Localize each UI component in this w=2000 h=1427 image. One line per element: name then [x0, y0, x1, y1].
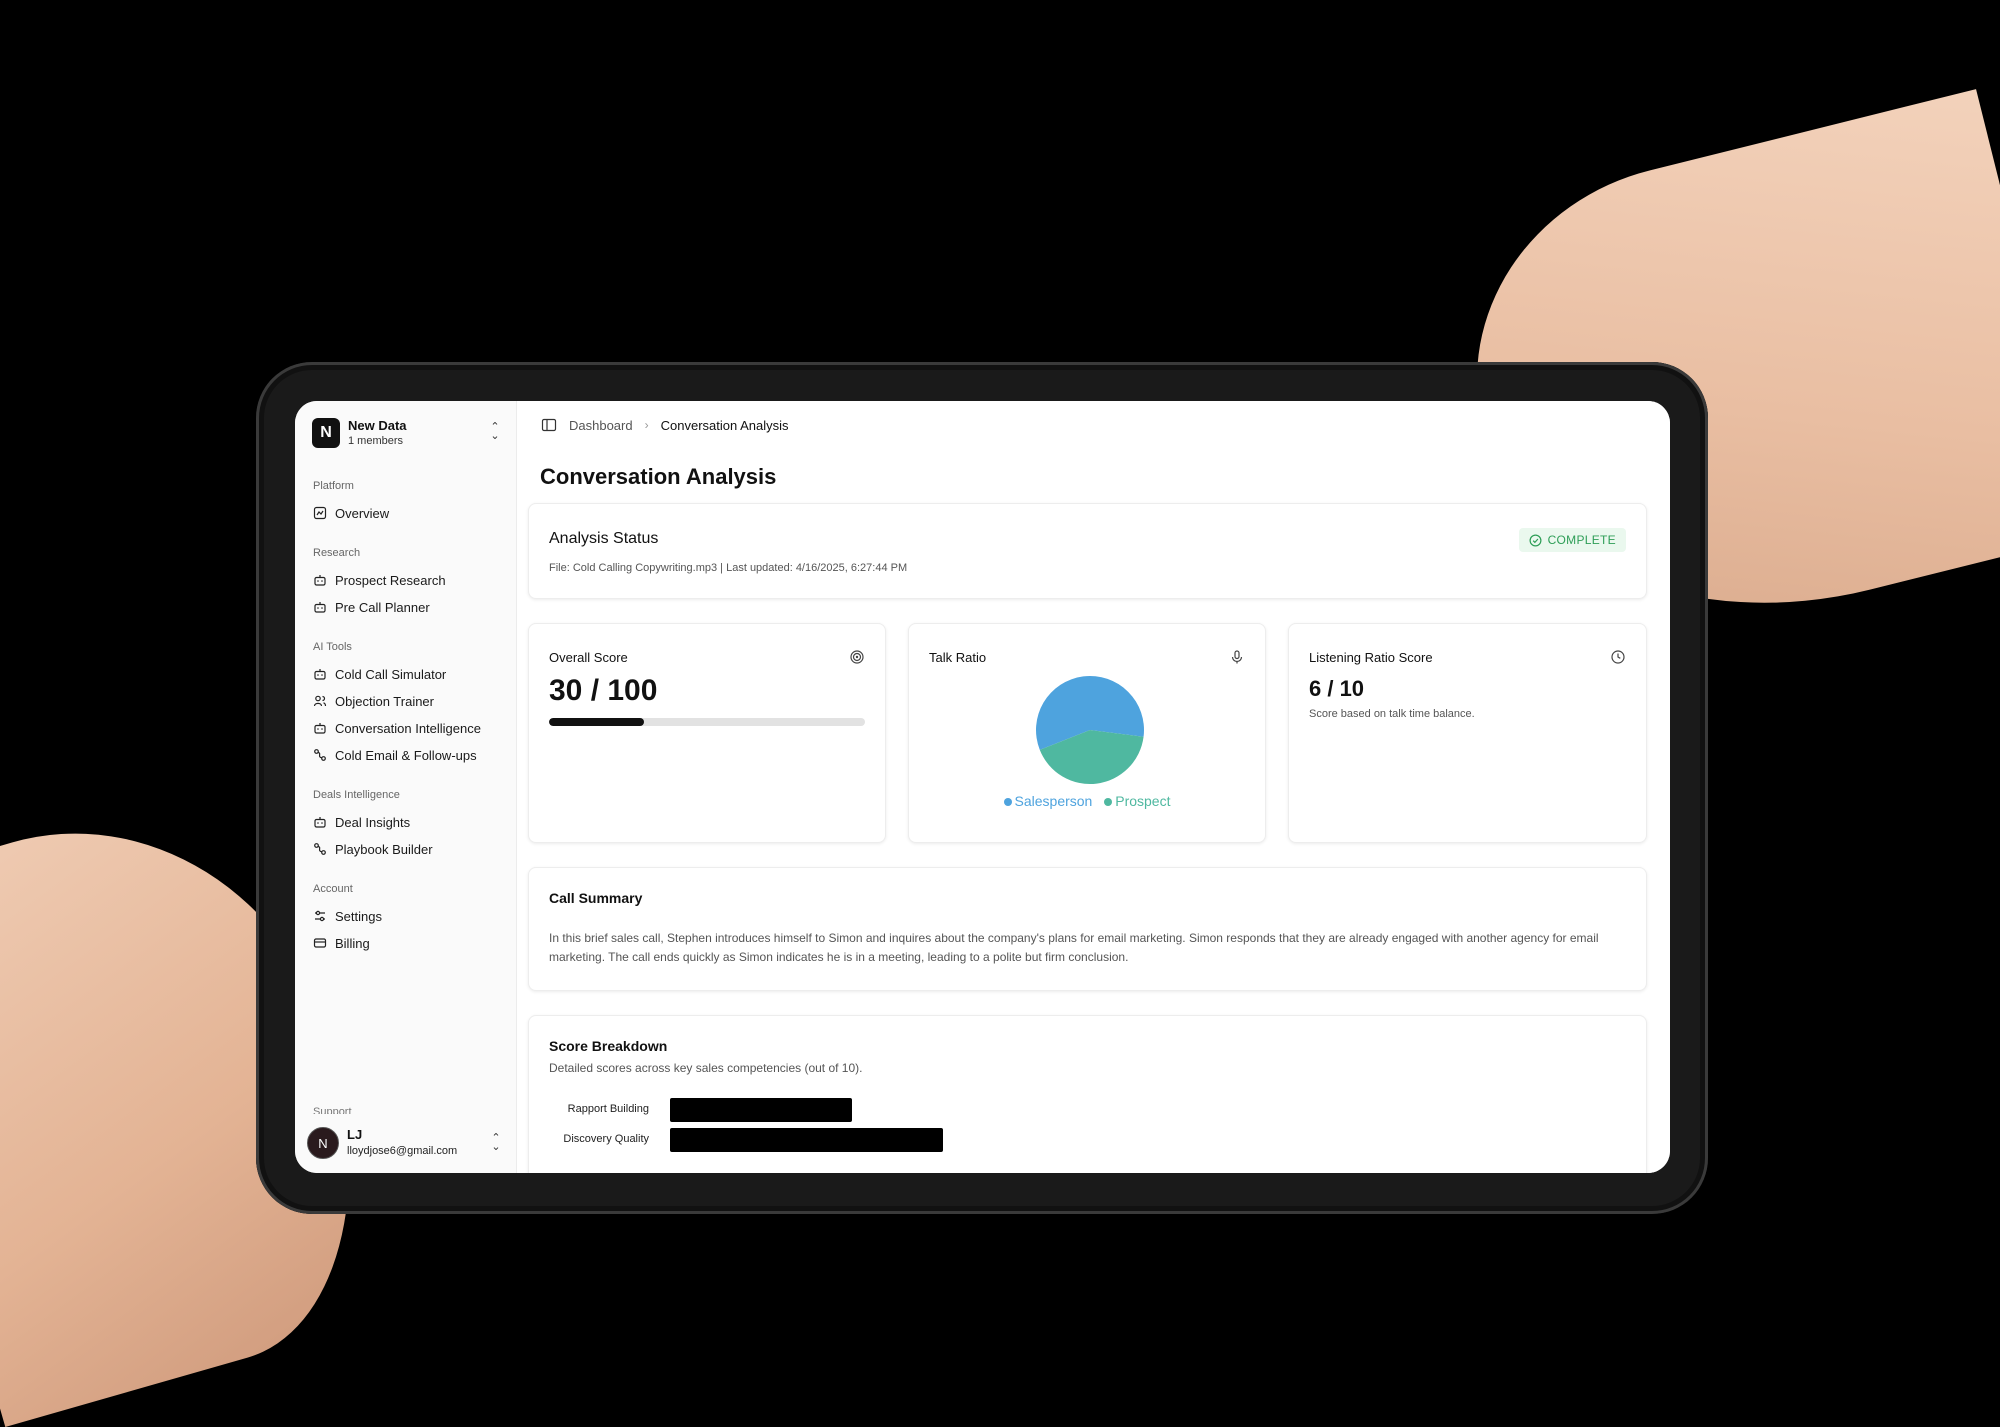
sidebar-item-label: Cold Email & Follow-ups: [335, 747, 477, 763]
listening-score-note: Score based on talk time balance.: [1309, 708, 1475, 720]
overall-score-card: Overall Score 30 / 100: [528, 623, 886, 843]
talk-ratio-title: Talk Ratio: [929, 650, 987, 665]
card-icon: [313, 938, 327, 948]
sidebar-item-overview[interactable]: Overview: [307, 499, 503, 527]
workspace-logo: N: [312, 418, 340, 448]
score-row-label: Rapport Building: [567, 1103, 649, 1115]
legend-dot: [1003, 798, 1012, 807]
call-summary-text: In this brief sales call, Stephen introd…: [549, 931, 1599, 964]
bot-icon: [314, 575, 326, 586]
analysis-status-title: Analysis Status: [549, 530, 659, 547]
nav-group-platform: Platform: [313, 480, 354, 492]
sliders-icon: [315, 910, 325, 922]
page-title: Conversation Analysis: [540, 464, 777, 489]
listening-score-value: 6 / 10: [1309, 676, 1365, 701]
analysis-status-card: Analysis Status File: Cold Calling Copyw…: [528, 503, 1647, 599]
bot-icon: [314, 723, 326, 734]
sidebar-item-billing[interactable]: Billing: [307, 929, 503, 957]
score-breakdown-card: Score Breakdown Detailed scores across k…: [528, 1015, 1647, 1173]
status-badge: COMPLETE: [1518, 528, 1626, 552]
avatar: N: [307, 1127, 339, 1159]
call-summary-card: Call Summary In this brief sales call, S…: [528, 867, 1647, 991]
legend-item-prospect: Prospect: [1104, 793, 1170, 809]
sidebar-item-deal-insights[interactable]: Deal Insights: [307, 808, 503, 836]
status-badge-label: COMPLETE: [1547, 533, 1616, 547]
overall-score-value: 30 / 100: [549, 674, 658, 707]
clock-icon: [1611, 650, 1625, 664]
workspace-members: 1 members: [348, 435, 404, 447]
chevron-right-icon: ›: [644, 418, 649, 432]
nav-group-research: Research: [313, 547, 361, 559]
analysis-file-meta: File: Cold Calling Copywriting.mp3 | Las…: [549, 562, 908, 574]
score-row: [529, 1158, 1629, 1173]
score-row-label: Discovery Quality: [563, 1133, 649, 1145]
sidebar-item-prospect-research[interactable]: Prospect Research: [307, 566, 503, 594]
score-breakdown-subtitle: Detailed scores across key sales compete…: [549, 1061, 863, 1075]
sidebar-item-pre-call-planner[interactable]: Pre Call Planner: [307, 593, 503, 621]
sidebar-item-label: Prospect Research: [335, 572, 446, 588]
nav-group-account: Account: [313, 883, 353, 895]
bot-icon: [314, 669, 326, 680]
breadcrumb: Dashboard › Conversation Analysis: [541, 415, 789, 435]
app-screen: N New Data 1 members ⌃ ⌄ Platform Overvie…: [295, 401, 1670, 1173]
workspace-name: New Data: [348, 418, 407, 433]
legend-item-salesperson: Salesperson: [1003, 793, 1093, 809]
score-breakdown-title: Score Breakdown: [549, 1038, 668, 1054]
call-summary-title: Call Summary: [549, 890, 643, 906]
sidebar-item-label: Pre Call Planner: [335, 599, 430, 615]
chevrons-up-down-icon: ⌃ ⌄: [490, 421, 500, 442]
sidebar-item-label: Objection Trainer: [335, 693, 434, 709]
legend-label: Prospect: [1115, 793, 1171, 809]
progress-fill: [549, 718, 644, 726]
sidebar-item-cold-call-simulator[interactable]: Cold Call Simulator: [307, 660, 503, 688]
breadcrumb-current: Conversation Analysis: [660, 417, 789, 433]
sidebar-toggle-icon[interactable]: [541, 417, 557, 433]
sidebar-item-label: Conversation Intelligence: [335, 720, 481, 736]
target-icon: [850, 650, 864, 664]
talk-ratio-pie: [1036, 676, 1144, 784]
overall-score-title: Overall Score: [549, 650, 628, 665]
mic-icon: [1231, 650, 1243, 664]
sidebar-item-playbook-builder[interactable]: Playbook Builder: [307, 835, 503, 863]
bot-icon: [314, 817, 326, 828]
sidebar-item-settings[interactable]: Settings: [307, 902, 503, 930]
score-bar: [670, 1128, 943, 1152]
sidebar-item-label: Overview: [335, 505, 390, 521]
check-circle-icon: [1529, 534, 1542, 546]
chevrons-up-down-icon: ⌃ ⌄: [491, 1132, 501, 1153]
nav-group-ai-tools: AI Tools: [313, 641, 352, 653]
route-icon: [314, 843, 326, 855]
sidebar-item-label: Cold Call Simulator: [335, 666, 447, 682]
talk-ratio-legend: Salesperson Prospect: [909, 793, 1265, 809]
nav-group-deals-intelligence: Deals Intelligence: [313, 789, 400, 801]
score-bar: [670, 1098, 852, 1122]
listening-score-card: Listening Ratio Score 6 / 10 Score based…: [1288, 623, 1647, 843]
sidebar: N New Data 1 members ⌃ ⌄ Platform Overvie…: [295, 401, 517, 1173]
sidebar-item-label: Playbook Builder: [335, 841, 433, 857]
nav-group-support: Support: [313, 1106, 352, 1114]
overall-score-progress: [549, 718, 865, 726]
user-menu[interactable]: N LJ lloydjose6@gmail.com ⌃ ⌄: [307, 1124, 503, 1164]
legend-label: Salesperson: [1014, 793, 1093, 809]
sidebar-item-objection-trainer[interactable]: Objection Trainer: [307, 687, 503, 715]
user-email: lloydjose6@gmail.com: [347, 1145, 458, 1157]
breadcrumb-dashboard[interactable]: Dashboard: [569, 418, 633, 433]
users-icon: [313, 695, 327, 707]
score-row: Discovery Quality: [529, 1128, 1629, 1152]
listening-score-title: Listening Ratio Score: [1309, 650, 1433, 665]
workspace-switcher[interactable]: N New Data 1 members ⌃ ⌄: [312, 416, 502, 450]
talk-ratio-card: Talk Ratio Salesperson Prospect: [908, 623, 1266, 843]
overview-icon: [313, 506, 327, 520]
main-content: Dashboard › Conversation Analysis Conver…: [517, 401, 1670, 1173]
legend-dot: [1104, 798, 1113, 807]
sidebar-item-conversation-intelligence[interactable]: Conversation Intelligence: [307, 714, 503, 742]
user-name: LJ: [347, 1127, 363, 1142]
route-icon: [314, 749, 326, 761]
sidebar-item-label: Settings: [335, 908, 382, 924]
sidebar-item-label: Billing: [335, 935, 370, 951]
sidebar-item-cold-email[interactable]: Cold Email & Follow-ups: [307, 741, 503, 769]
sidebar-item-label: Deal Insights: [335, 814, 411, 830]
score-row: Rapport Building: [529, 1098, 1629, 1122]
bot-icon: [314, 602, 326, 613]
